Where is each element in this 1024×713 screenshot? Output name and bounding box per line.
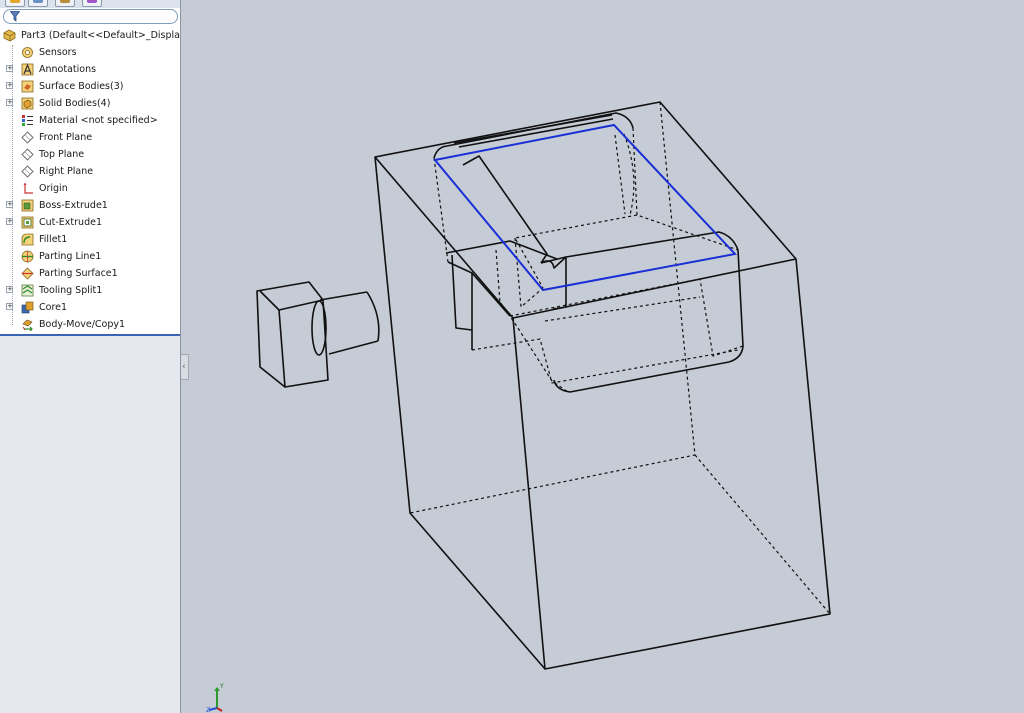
tree-item-label: Material <not specified> [39,115,158,126]
tab-property-manager[interactable] [28,0,48,7]
cut-extrude-icon [21,216,34,229]
fillet-icon [21,233,34,246]
origin-icon [23,183,33,194]
tree-item[interactable]: Body-Move/Copy1 [0,316,180,333]
tree-item[interactable]: Sensors [0,44,180,61]
model-edge [433,112,634,159]
tree-root-label: Part3 (Default<<Default>_Display [21,30,181,41]
hidden-edge [694,454,831,615]
tab-dimxpert-manager[interactable] [82,0,102,7]
tree-item-label: Parting Line1 [39,251,102,262]
model-edge [471,272,511,317]
reference-triad-icon: Y Z [206,683,224,713]
model-edge [453,114,614,148]
hidden-edge [544,296,701,322]
tree-item-label: Right Plane [39,166,94,177]
tree-item[interactable]: + Annotations [0,61,180,78]
plane-icon [21,148,34,161]
tree-filter-input[interactable] [3,9,178,24]
filter-icon [10,11,20,22]
model-edge [259,290,324,388]
expand-toggle[interactable]: + [6,99,13,106]
tree-item-label: Surface Bodies(3) [39,81,124,92]
tree-item[interactable]: + Tooling Split1 [0,282,180,299]
tree-item[interactable]: Material <not specified> [0,112,180,129]
tree-item-label: Top Plane [39,149,85,160]
tree-item-label: Annotations [39,64,97,75]
expand-toggle[interactable]: + [6,303,13,310]
tree-item[interactable]: + Solid Bodies(4) [0,95,180,112]
tree-item[interactable]: + Boss-Extrude1 [0,197,180,214]
part-icon [3,29,16,42]
manager-tabs [0,0,180,8]
tree-item[interactable]: Right Plane [0,163,180,180]
model-edge [447,254,473,350]
tree-item[interactable]: Origin [0,180,180,197]
tree-item-label: Solid Bodies(4) [39,98,111,109]
expand-toggle[interactable]: + [6,286,13,293]
model-edge [553,249,744,393]
solid-bodies-icon [21,97,34,110]
tree-item-part3[interactable]: Part3 (Default<<Default>_Display [0,27,180,44]
tree-item-label: Origin [39,183,68,194]
hidden-edge [614,133,635,216]
tab-configuration-manager[interactable] [55,0,75,7]
tooling-split-icon [21,284,34,297]
model-edge [565,231,739,258]
model-edge [366,291,380,342]
core-icon [21,301,34,314]
triad-z-label: Z [206,707,210,713]
tree-item-label: Front Plane [39,132,93,143]
hidden-edge [433,127,739,263]
material-icon [22,115,33,126]
tree-item[interactable]: Parting Line1 [0,248,180,265]
plane-icon [21,131,34,144]
body-move-copy-icon [22,319,33,331]
plane-icon [21,165,34,178]
tree-item-label: Tooling Split1 [39,285,103,296]
expand-toggle[interactable]: + [6,82,13,89]
sensor-icon [22,47,33,58]
tree-empty-area [0,334,180,713]
model-edge [512,317,546,670]
graphics-viewport[interactable] [181,0,1024,713]
tree-item[interactable]: + Surface Bodies(3) [0,78,180,95]
triad-y-label: Y [219,683,224,690]
tree-item[interactable]: Parting Surface1 [0,265,180,282]
tree-item-label: Core1 [39,302,68,313]
tab-feature-manager[interactable] [5,0,25,7]
model-edge [374,156,797,319]
expand-toggle[interactable]: + [6,218,13,225]
tree-item[interactable]: Top Plane [0,146,180,163]
tree-item[interactable]: + Cut-Extrude1 [0,214,180,231]
feature-manager-tree: Part3 (Default<<Default>_Display Sensors… [0,0,181,713]
tree-item-label: Body-Move/Copy1 [39,319,126,330]
annotations-icon [21,63,34,76]
hidden-edge [495,249,569,393]
tree-item-label: Parting Surface1 [39,268,118,279]
parting-surface-icon [21,267,34,280]
selected-edge-loop[interactable] [433,123,737,292]
boss-extrude-icon [21,199,34,212]
hidden-edge [471,338,739,384]
tree-item-label: Fillet1 [39,234,68,245]
parting-line-icon [21,250,34,263]
tree-item-label: Sensors [39,47,77,58]
surface-bodies-icon [21,80,34,93]
expand-toggle[interactable]: + [6,65,13,72]
tree-item[interactable]: Front Plane [0,129,180,146]
model-edge [311,300,327,356]
model-edge [540,256,567,310]
model-edge [319,291,379,355]
tree-item-label: Cut-Extrude1 [39,217,103,228]
tree-item[interactable]: Fillet1 [0,231,180,248]
tree-item[interactable]: + Core1 [0,299,180,316]
tree-item-label: Boss-Extrude1 [39,200,108,211]
expand-toggle[interactable]: + [6,201,13,208]
